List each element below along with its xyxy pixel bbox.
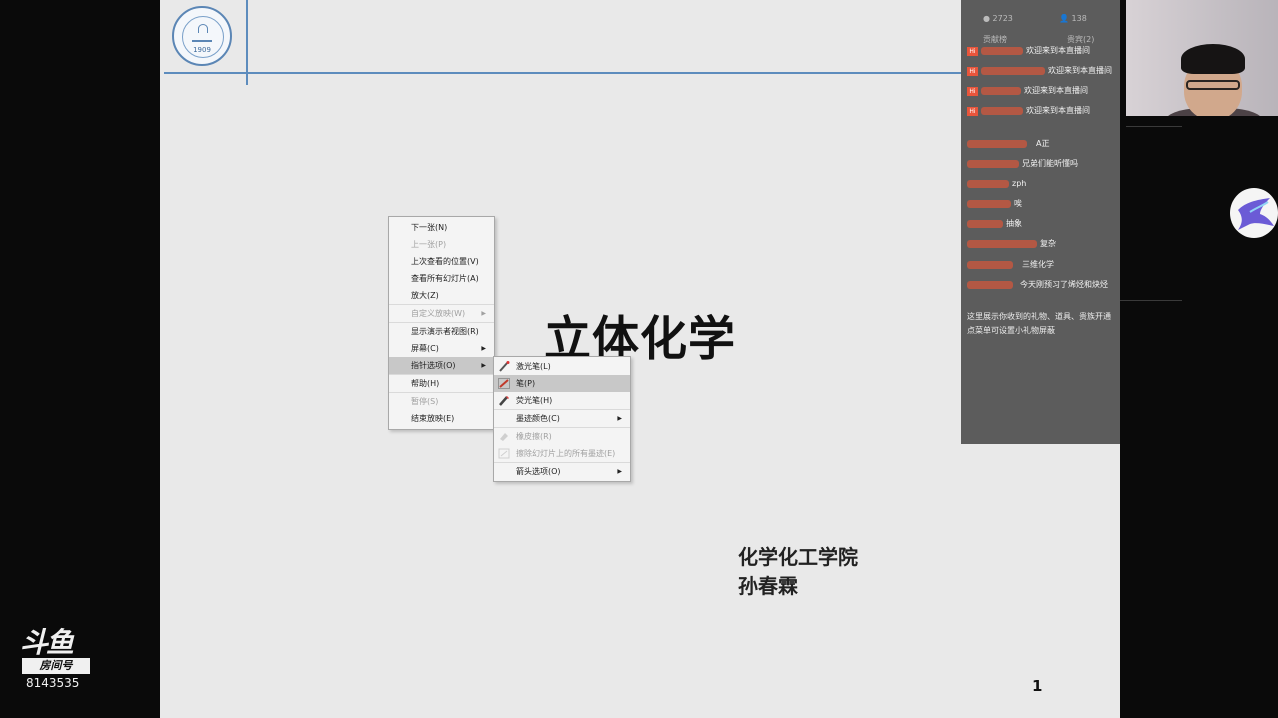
submenu-item-arrow-options[interactable]: 箭头选项(O) ▶ — [494, 462, 630, 480]
chat-message: 唉 — [967, 197, 1022, 211]
submenu-item-eraser[interactable]: 橡皮擦(R) — [494, 427, 630, 445]
hi-badge-icon: Hi — [967, 106, 978, 116]
username[interactable] — [967, 180, 1009, 188]
slide-department: 化学化工学院 — [738, 545, 858, 569]
username[interactable] — [967, 200, 1011, 208]
douyu-brand: 斗鱼 — [20, 626, 74, 659]
chat-message: 抽象 — [967, 217, 1022, 231]
panel-divider — [1120, 300, 1182, 301]
menu-item-pointer-options[interactable]: 指针选项(O) ▶ — [389, 357, 494, 374]
slide-page-number: 1 — [1032, 677, 1043, 695]
slideshow-context-menu: 下一张(N) 上一张(P) 上次查看的位置(V) 查看所有幻灯片(A) 放大(Z… — [388, 216, 495, 430]
username[interactable] — [981, 87, 1021, 95]
live-chat-panel: ● 2723 👤 138 贡献榜 贵宾(2) Hi 欢迎来到本直播间 Hi 欢迎来到… — [961, 0, 1120, 444]
menu-item-presenter-view[interactable]: 显示演示者视图(R) — [389, 322, 494, 340]
submenu-item-pen[interactable]: 笔(P) — [494, 375, 630, 392]
submenu-item-laser-pointer[interactable]: 激光笔(L) — [494, 358, 630, 375]
username[interactable] — [981, 67, 1045, 75]
laser-pen-icon — [499, 361, 510, 372]
logo-year: 1909 — [193, 46, 211, 54]
username[interactable] — [967, 281, 1013, 289]
username[interactable] — [967, 140, 1027, 148]
submenu-item-highlighter[interactable]: 荧光笔(H) — [494, 392, 630, 409]
hi-badge-icon: Hi — [967, 66, 978, 76]
submenu-arrow-icon: ▶ — [617, 468, 622, 475]
pen-icon — [498, 378, 510, 389]
welcome-message: Hi 欢迎来到本直播间 — [967, 104, 1090, 118]
menu-item-see-all-slides[interactable]: 查看所有幻灯片(A) — [389, 270, 494, 287]
menu-item-zoom[interactable]: 放大(Z) — [389, 287, 494, 304]
viewer-count: ● 2723 — [983, 14, 1013, 23]
chat-message: 今天刚预习了烯烃和炔烃 — [967, 278, 1108, 292]
menu-item-help[interactable]: 帮助(H) — [389, 374, 494, 392]
chat-message: A正 — [967, 137, 1049, 151]
chat-message: 兄弟们能听懂吗 — [967, 157, 1078, 171]
submenu-arrow-icon: ▶ — [481, 362, 486, 369]
chat-message: zph — [967, 177, 1026, 191]
gift-notice: 这里展示你收到的礼物、道具、贵族开通 点菜单可设置小礼物屏蔽 — [967, 312, 1111, 335]
menu-item-next[interactable]: 下一张(N) — [389, 219, 494, 236]
submenu-arrow-icon: ▶ — [481, 345, 486, 352]
menu-item-previous[interactable]: 上一张(P) — [389, 236, 494, 253]
university-logo: 1909 — [172, 6, 232, 66]
erase-all-icon — [498, 448, 510, 459]
menu-item-last-viewed[interactable]: 上次查看的位置(V) — [389, 253, 494, 270]
username[interactable] — [981, 47, 1023, 55]
eraser-icon — [500, 433, 508, 441]
pointer-options-submenu: 激光笔(L) 笔(P) 荧光笔(H) 墨迹颜色(C) ▶ 橡皮擦(R) 擦除幻灯片… — [493, 356, 631, 482]
menu-item-pause[interactable]: 暂停(S) — [389, 392, 494, 410]
welcome-message: Hi 欢迎来到本直播间 — [967, 64, 1112, 78]
username[interactable] — [967, 261, 1013, 269]
username[interactable] — [967, 160, 1019, 168]
douyu-logo: 斗鱼 房间号 8143535 — [20, 628, 94, 698]
submenu-arrow-icon: ▶ — [481, 310, 486, 317]
header-divider-horizontal — [164, 72, 964, 74]
chat-message: 三维化学 — [967, 258, 1054, 272]
bird-app-icon[interactable] — [1230, 188, 1278, 238]
hi-badge-icon: Hi — [967, 46, 978, 56]
username[interactable] — [967, 220, 1003, 228]
menu-item-end-show[interactable]: 结束放映(E) — [389, 410, 494, 427]
welcome-message: Hi 欢迎来到本直播间 — [967, 44, 1090, 58]
chat-message: 复杂 — [967, 237, 1056, 251]
slide-author: 孙春霖 — [738, 574, 798, 598]
streamer-webcam — [1126, 0, 1278, 116]
menu-item-custom-show[interactable]: 自定义放映(W) ▶ — [389, 304, 494, 322]
welcome-message: Hi 欢迎来到本直播间 — [967, 84, 1088, 98]
menu-item-screen[interactable]: 屏幕(C) ▶ — [389, 340, 494, 357]
username[interactable] — [981, 107, 1023, 115]
fan-count: 👤 138 — [1059, 14, 1087, 23]
highlighter-icon — [499, 396, 509, 406]
submenu-arrow-icon: ▶ — [617, 415, 622, 422]
header-divider-vertical — [246, 0, 248, 85]
submenu-item-erase-all-ink[interactable]: 擦除幻灯片上的所有墨迹(E) — [494, 445, 630, 462]
room-number: 8143535 — [26, 676, 80, 690]
panel-divider — [1126, 126, 1182, 127]
room-label: 房间号 — [22, 658, 90, 674]
hi-badge-icon: Hi — [967, 86, 978, 96]
submenu-item-ink-color[interactable]: 墨迹颜色(C) ▶ — [494, 409, 630, 427]
username[interactable] — [967, 240, 1037, 248]
